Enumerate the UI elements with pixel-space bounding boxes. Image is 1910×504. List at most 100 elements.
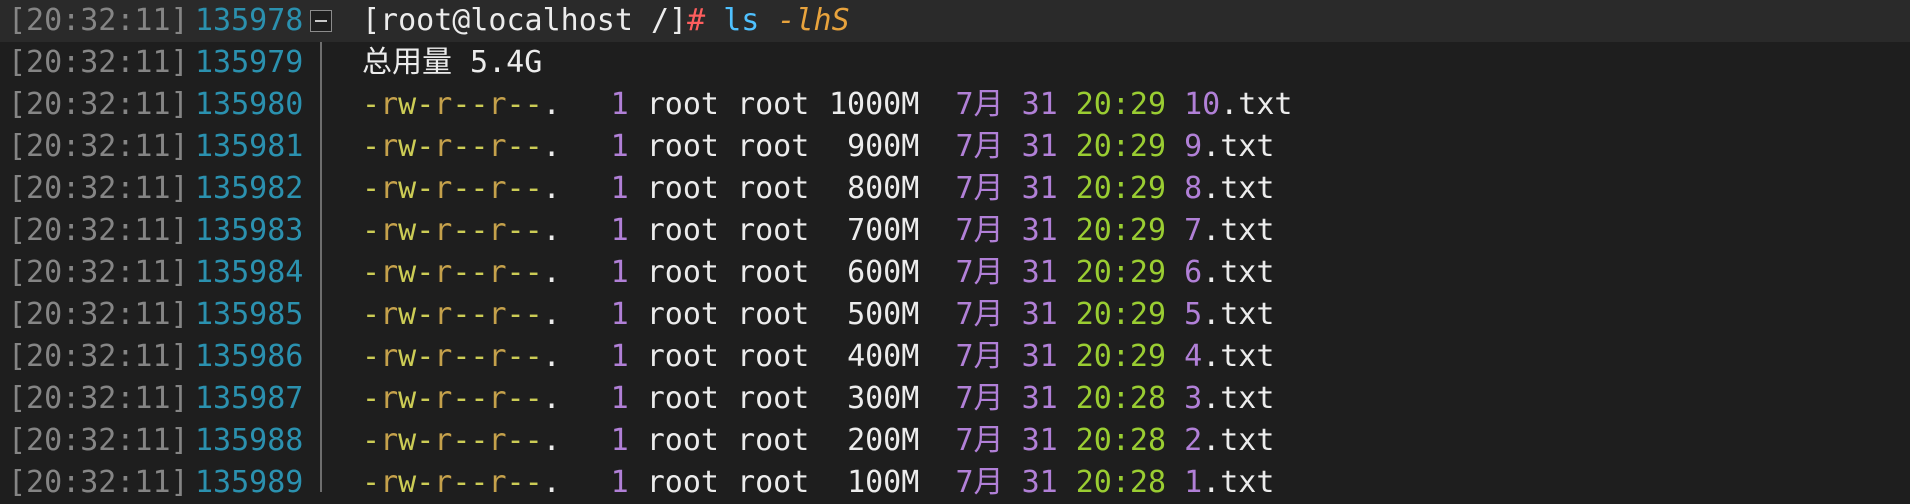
file-name-number: 9 xyxy=(1184,129,1203,164)
file-link-count: 1 xyxy=(610,129,629,164)
file-name-number: 5 xyxy=(1184,297,1203,332)
line-timestamp: [20:32:11] xyxy=(8,171,189,206)
file-time: 20:29 xyxy=(1075,87,1167,122)
file-list-row: [20:32:11] 135986 -rw-r--r--. 1 root root 40… xyxy=(0,336,1910,378)
file-group: root xyxy=(737,129,810,164)
file-month: 7月 xyxy=(955,465,1004,500)
file-day: 31 xyxy=(1021,129,1058,164)
file-list-row: [20:32:11] 135989 -rw-r--r--. 1 root root 10… xyxy=(0,462,1910,504)
file-month: 7月 xyxy=(955,423,1004,458)
file-owner: root xyxy=(646,171,719,206)
file-owner: root xyxy=(646,255,719,290)
file-entry: -rw-r--r--. 1 root root 500M 7月 31 20:29 5… xyxy=(362,294,1274,336)
file-time: 20:29 xyxy=(1075,213,1167,248)
line-number: 135984 xyxy=(195,255,304,290)
file-name-number: 3 xyxy=(1184,381,1203,416)
file-size: 100M xyxy=(847,465,920,500)
file-group: root xyxy=(737,171,810,206)
file-group: root xyxy=(737,423,810,458)
file-name-number: 6 xyxy=(1184,255,1203,290)
file-size: 400M xyxy=(847,339,920,374)
line-number: 135985 xyxy=(195,297,304,332)
line-number: 135980 xyxy=(195,87,304,122)
line-number: 135982 xyxy=(195,171,304,206)
file-link-count: 1 xyxy=(610,297,629,332)
file-group: root xyxy=(737,87,810,122)
file-size: 800M xyxy=(847,171,920,206)
file-permissions: -rw-r--r--. xyxy=(362,87,561,122)
file-month: 7月 xyxy=(955,213,1004,248)
file-name-extension: .txt xyxy=(1202,339,1275,374)
file-entry: -rw-r--r--. 1 root root 900M 7月 31 20:29 9… xyxy=(362,126,1274,168)
file-group: root xyxy=(737,297,810,332)
file-day: 31 xyxy=(1021,171,1058,206)
file-month: 7月 xyxy=(955,297,1004,332)
file-name-number: 8 xyxy=(1184,171,1203,206)
file-owner: root xyxy=(646,297,719,332)
line-number: 135981 xyxy=(195,129,304,164)
file-link-count: 1 xyxy=(610,255,629,290)
file-permissions: -rw-r--r--. xyxy=(362,297,561,332)
terminal-output[interactable]: [20:32:11] 135978 [root@localhost /]# ls… xyxy=(0,0,1910,500)
file-name-number: 4 xyxy=(1184,339,1203,374)
file-group: root xyxy=(737,339,810,374)
file-day: 31 xyxy=(1021,465,1058,500)
file-entry: -rw-r--r--. 1 root root 100M 7月 31 20:28 1… xyxy=(362,462,1274,504)
file-entry: -rw-r--r--. 1 root root 200M 7月 31 20:28 2… xyxy=(362,420,1274,462)
file-link-count: 1 xyxy=(610,87,629,122)
file-time: 20:29 xyxy=(1075,339,1167,374)
file-size: 700M xyxy=(847,213,920,248)
file-size: 300M xyxy=(847,381,920,416)
file-month: 7月 xyxy=(955,129,1004,164)
file-group: root xyxy=(737,381,810,416)
file-time: 20:29 xyxy=(1075,297,1167,332)
file-month: 7月 xyxy=(955,87,1004,122)
prompt-line: [20:32:11] 135978 [root@localhost /]# ls… xyxy=(0,0,1910,42)
file-group: root xyxy=(737,465,810,500)
file-permissions: -rw-r--r--. xyxy=(362,255,561,290)
line-timestamp: [20:32:11] xyxy=(8,381,189,416)
file-owner: root xyxy=(646,465,719,500)
command-flag: -lhS xyxy=(777,3,850,38)
file-list-row: [20:32:11] 135987 -rw-r--r--. 1 root root 30… xyxy=(0,378,1910,420)
file-permissions: -rw-r--r--. xyxy=(362,129,561,164)
file-entry: -rw-r--r--. 1 root root 400M 7月 31 20:29 4… xyxy=(362,336,1274,378)
line-number: 135989 xyxy=(195,465,304,500)
file-group: root xyxy=(737,213,810,248)
line-timestamp: [20:32:11] xyxy=(8,297,189,332)
file-name-extension: .txt xyxy=(1220,87,1293,122)
file-link-count: 1 xyxy=(610,339,629,374)
file-day: 31 xyxy=(1021,87,1058,122)
file-link-count: 1 xyxy=(610,171,629,206)
file-owner: root xyxy=(646,339,719,374)
file-month: 7月 xyxy=(955,171,1004,206)
line-timestamp: [20:32:11] xyxy=(8,465,189,500)
file-name-number: 10 xyxy=(1184,87,1221,122)
file-owner: root xyxy=(646,213,719,248)
file-name-extension: .txt xyxy=(1202,423,1275,458)
prompt-hash: # xyxy=(687,3,706,38)
file-day: 31 xyxy=(1021,297,1058,332)
file-owner: root xyxy=(646,423,719,458)
file-name-extension: .txt xyxy=(1202,381,1275,416)
file-day: 31 xyxy=(1021,339,1058,374)
file-entry: -rw-r--r--. 1 root root 1000M 7月 31 20:29 … xyxy=(362,84,1293,126)
file-link-count: 1 xyxy=(610,381,629,416)
file-entry: -rw-r--r--. 1 root root 800M 7月 31 20:29 8… xyxy=(362,168,1274,210)
line-number: 135988 xyxy=(195,423,304,458)
file-name-number: 7 xyxy=(1184,213,1203,248)
file-owner: root xyxy=(646,87,719,122)
file-name-number: 2 xyxy=(1184,423,1203,458)
line-timestamp: [20:32:11] xyxy=(8,213,189,248)
file-list-row: [20:32:11] 135980 -rw-r--r--. 1 root root 10… xyxy=(0,84,1910,126)
file-permissions: -rw-r--r--. xyxy=(362,381,561,416)
collapse-box-icon[interactable] xyxy=(310,10,332,32)
file-name-extension: .txt xyxy=(1202,297,1275,332)
file-list-row: [20:32:11] 135983 -rw-r--r--. 1 root root 70… xyxy=(0,210,1910,252)
line-timestamp: [20:32:11] xyxy=(8,129,189,164)
file-month: 7月 xyxy=(955,339,1004,374)
line-timestamp: [20:32:11] xyxy=(8,339,189,374)
file-time: 20:29 xyxy=(1075,255,1167,290)
file-time: 20:28 xyxy=(1075,465,1167,500)
file-month: 7月 xyxy=(955,381,1004,416)
